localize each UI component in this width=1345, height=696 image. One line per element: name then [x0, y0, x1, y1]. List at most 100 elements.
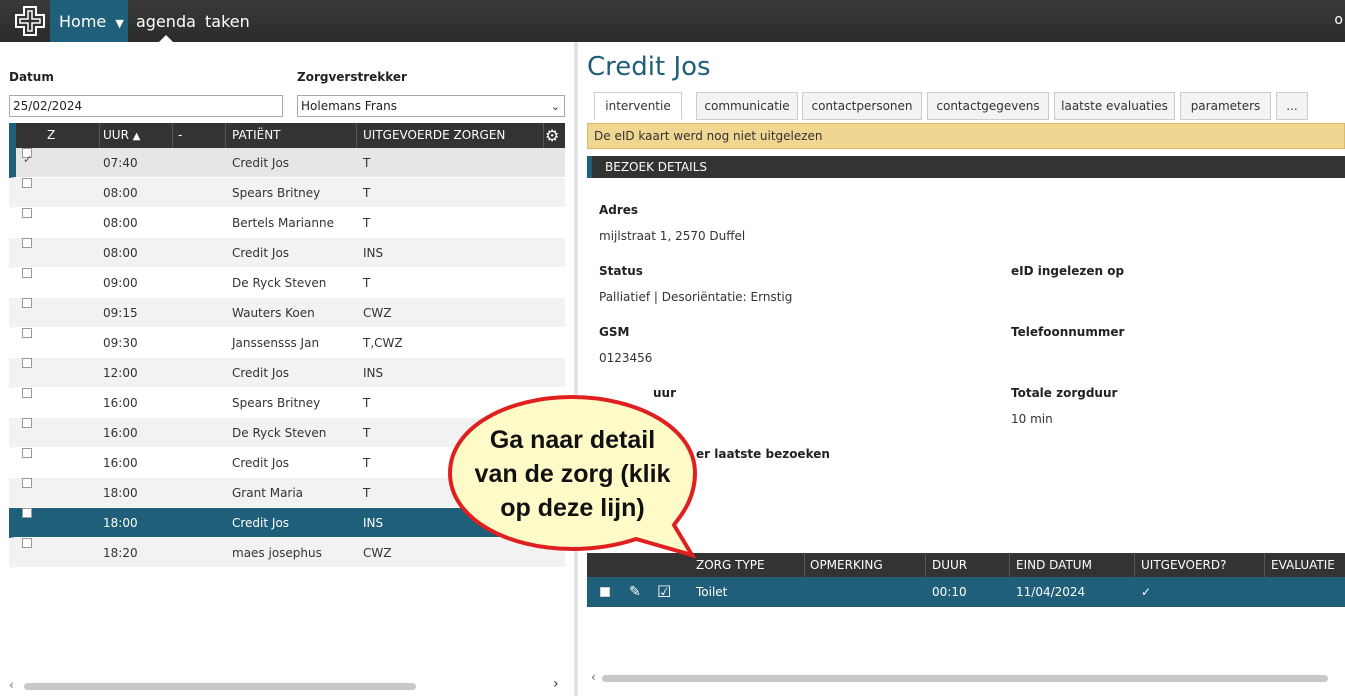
callout-line-1: Ga naar detail — [489, 426, 656, 454]
row-checkbox[interactable] — [22, 178, 32, 188]
row-checkbox[interactable] — [22, 478, 32, 488]
row-checkbox[interactable] — [22, 508, 32, 518]
col-z[interactable]: Z — [47, 123, 55, 148]
row-care: T,CWZ — [363, 336, 403, 350]
scroll-right-icon[interactable]: › — [553, 676, 559, 692]
provider-select[interactable]: Holemans Frans ⌄ — [297, 95, 565, 117]
row-checkbox[interactable] — [22, 268, 32, 278]
row-care: INS — [363, 516, 384, 530]
row-time: 09:30 — [103, 336, 138, 350]
care-row-duration: 00:10 — [932, 585, 967, 599]
col-evaluatie[interactable]: EVALUATIE — [1271, 553, 1335, 577]
horizontal-scrollbar[interactable] — [24, 683, 416, 690]
table-row[interactable]: 09:15 Wauters Koen CWZ — [9, 298, 565, 328]
provider-value: Holemans Frans — [301, 99, 397, 113]
row-time: 08:00 — [103, 216, 138, 230]
col-uur-label: UUR — [103, 128, 129, 142]
date-input[interactable]: 25/02/2024 — [9, 95, 283, 117]
row-checkbox[interactable] — [22, 418, 32, 428]
row-care: INS — [363, 246, 384, 260]
agenda-pane: Datum 25/02/2024 Zorgverstrekker Holeman… — [0, 42, 574, 696]
row-care: CWZ — [363, 306, 392, 320]
row-time: 16:00 — [103, 396, 138, 410]
horizontal-scrollbar[interactable] — [602, 675, 1328, 682]
tab-laatste-evaluaties[interactable]: laatste evaluaties — [1054, 92, 1175, 120]
nav-agenda[interactable]: agenda — [136, 0, 196, 42]
row-time: 18:20 — [103, 546, 138, 560]
row-checkbox[interactable] — [22, 448, 32, 458]
field-adres-value: mijlstraat 1, 2570 Duffel — [599, 229, 746, 243]
row-checkbox[interactable] — [22, 208, 32, 218]
row-care: INS — [363, 366, 384, 380]
row-checkbox[interactable] — [22, 328, 32, 338]
app-logo-icon[interactable] — [12, 5, 48, 37]
row-care: T — [363, 186, 371, 200]
row-patient: Spears Britney — [232, 186, 321, 200]
tab-interventie[interactable]: interventie — [594, 92, 682, 120]
row-care: T — [363, 486, 371, 500]
table-row[interactable]: 08:00 Credit Jos INS — [9, 238, 565, 268]
field-gsm-value: 0123456 — [599, 351, 653, 365]
chevron-down-icon: ⌄ — [550, 100, 560, 113]
table-row[interactable]: 08:00 Bertels Marianne T — [9, 208, 565, 238]
care-table: ZORG TYPE OPMERKING DUUR EIND DATUM UITG… — [587, 553, 1345, 607]
table-row[interactable]: 12:00 Credit Jos INS — [9, 358, 565, 388]
row-care: T — [363, 426, 371, 440]
top-right-text[interactable]: o — [1334, 12, 1343, 28]
row-patient: De Ryck Steven — [232, 276, 327, 290]
row-patient: Credit Jos — [232, 456, 290, 470]
row-checkbox[interactable] — [22, 388, 32, 398]
row-time: 18:00 — [103, 486, 138, 500]
row-checkbox[interactable] — [22, 145, 32, 175]
col-eind-datum[interactable]: EIND DATUM — [1016, 553, 1092, 577]
tab-contactgegevens[interactable]: contactgegevens — [927, 92, 1049, 120]
row-time: 09:15 — [103, 306, 138, 320]
eid-warning-banner: De eID kaart werd nog niet uitgelezen — [587, 123, 1345, 149]
col-duur[interactable]: DUUR — [932, 553, 967, 577]
row-time: 18:00 — [103, 516, 138, 530]
tab-parameters[interactable]: parameters — [1180, 92, 1271, 120]
patient-detail-pane: Credit Jos interventie communicatie cont… — [578, 42, 1345, 696]
table-row[interactable]: 09:30 Janssensss Jan T,CWZ — [9, 328, 565, 358]
edit-pencil-icon[interactable]: ✎ — [629, 577, 641, 607]
row-checkbox[interactable] — [22, 358, 32, 368]
tab-more[interactable]: ... — [1276, 92, 1308, 120]
check-circle-icon[interactable]: ☑ — [657, 577, 671, 607]
table-row[interactable]: 09:00 De Ryck Steven T — [9, 268, 565, 298]
col-uitgevoerd[interactable]: UITGEVOERD? — [1141, 553, 1227, 577]
col-uur[interactable]: UUR ▲ — [103, 123, 140, 149]
col-zorg-type[interactable]: ZORG TYPE — [696, 553, 765, 577]
row-care: CWZ — [363, 546, 392, 560]
col-dash[interactable]: - — [178, 123, 182, 148]
field-totale-zorgduur-label: Totale zorgduur — [1011, 386, 1118, 400]
table-row[interactable]: 08:00 Spears Britney T — [9, 178, 565, 208]
row-patient: Grant Maria — [232, 486, 304, 500]
callout-line-2: van de zorg (klik — [474, 460, 671, 488]
col-patient[interactable]: PATIËNT — [232, 123, 281, 148]
tab-communicatie[interactable]: communicatie — [696, 92, 798, 120]
row-checkbox[interactable] — [22, 538, 32, 548]
row-checkbox[interactable] — [22, 238, 32, 248]
row-patient: Janssensss Jan — [232, 336, 320, 350]
col-uitgevoerde-zorgen[interactable]: UITGEVOERDE ZORGEN — [363, 123, 505, 148]
nav-taken[interactable]: taken — [205, 0, 250, 42]
tab-contactpersonen[interactable]: contactpersonen — [802, 92, 922, 120]
row-care: T — [363, 216, 371, 230]
scroll-left-icon[interactable]: ‹ — [591, 670, 596, 684]
table-row[interactable]: 07:40 Credit Jos T — [9, 145, 565, 178]
row-patient: Spears Britney — [232, 396, 321, 410]
row-patient: De Ryck Steven — [232, 426, 327, 440]
row-checkbox[interactable] — [22, 298, 32, 308]
home-menu-button[interactable]: Home ▼ — [50, 0, 128, 42]
care-row-end-date: 11/04/2024 — [1016, 585, 1086, 599]
care-row[interactable]: ✎ ☑ Toilet 00:10 11/04/2024 ✓ — [587, 577, 1345, 607]
agenda-table-header: Z UUR ▲ - PATIËNT UITGEVOERDE ZORGEN ⚙ — [9, 123, 565, 148]
gear-icon[interactable]: ⚙ — [545, 123, 559, 148]
field-status-value: Palliatief | Desoriëntatie: Ernstig — [599, 290, 793, 304]
col-opmerking[interactable]: OPMERKING — [810, 553, 883, 577]
scroll-left-icon[interactable]: ‹ — [9, 678, 14, 692]
callout-text: Ga naar detail van de zorg (klik op deze… — [446, 423, 699, 525]
care-row-checkbox[interactable] — [600, 587, 610, 597]
row-time: 16:00 — [103, 456, 138, 470]
field-laatste-bezoeken-label: er laatste bezoeken — [696, 447, 830, 461]
